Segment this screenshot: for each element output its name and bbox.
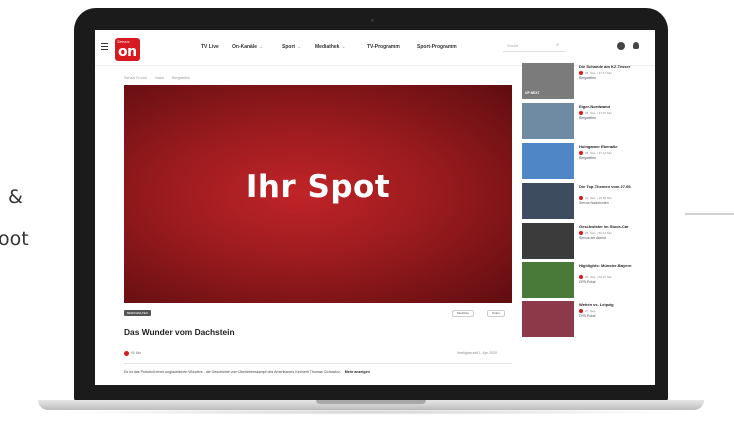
- laptop-notch: [316, 400, 426, 404]
- recommendation-title: Die Top-Themen vom 27.09.: [579, 184, 632, 189]
- recommendation-title: Wehen vs. Leipzig: [579, 302, 614, 307]
- recommendation-category: Servus am Abend: [579, 236, 606, 240]
- recommendation-category: Servus Nachrichten: [579, 201, 609, 205]
- video-thumbnail: [522, 143, 574, 179]
- video-thumbnail: UP NEXT: [522, 63, 574, 99]
- nav-item-tv-live[interactable]: TV Live: [201, 44, 219, 50]
- recommendation-category: Bergwelten: [579, 116, 596, 120]
- chevron-down-icon: ⌄: [297, 44, 302, 50]
- chevron-down-icon: ⌄: [259, 44, 264, 50]
- logo-main-text: on: [118, 44, 137, 60]
- share-button[interactable]: Teilen: [487, 310, 505, 317]
- side-text-pot: oot: [0, 228, 29, 250]
- channel-dot-icon: [579, 309, 583, 314]
- laptop-screen: Servus on TV Live On-Kanäle ⌄ Sport ⌄ Medi…: [95, 30, 655, 385]
- list-item[interactable]: Geschwister im Stock-Car 25. Sep. | 50:1…: [522, 223, 652, 259]
- recommendation-meta: 26. Sep. | 04:07 Min: [579, 275, 612, 280]
- search-icon[interactable]: ⌕: [556, 42, 559, 48]
- recommendation-title: Hoingamer Ebenalle: [579, 144, 618, 149]
- recommendation-title: Die Schande am KZ-Tesser: [579, 64, 631, 69]
- list-item[interactable]: Hoingamer Ebenalle 25. Sep. | 47:14 Min …: [522, 143, 652, 179]
- recommendation-title: Geschwister im Stock-Car: [579, 224, 629, 229]
- up-next-badge: UP NEXT: [525, 91, 540, 95]
- ad-spot-text: Ihr Spot: [245, 169, 391, 205]
- chevron-down-icon: ⌄: [341, 44, 346, 50]
- recommendation-meta: 25. Sep. | 47:07 Min: [579, 111, 612, 116]
- video-thumbnail: [522, 301, 574, 337]
- video-title: Das Wunder vom Dachstein: [124, 327, 235, 337]
- list-item[interactable]: Highlights: Münster-Bayern 26. Sep. | 04…: [522, 262, 652, 298]
- video-thumbnail: [522, 183, 574, 219]
- video-duration: 90 Min: [131, 351, 142, 355]
- recommendation-meta: 25. Sep. | 47:17 Min: [579, 71, 612, 76]
- availability-text: Verfügbar seit 1. Apr. 2020: [457, 351, 497, 355]
- recommendation-meta: 25. Sep. | 50:14 Min: [579, 231, 612, 236]
- duration-icon: [124, 351, 129, 356]
- channel-dot-icon: [579, 196, 583, 201]
- video-thumbnail: [522, 262, 574, 298]
- channel-dot-icon: [579, 275, 583, 280]
- video-player[interactable]: Ihr Spot: [124, 85, 512, 303]
- side-text-amp: &: [8, 186, 23, 208]
- watchlist-button[interactable]: Merkliste: [452, 310, 475, 317]
- logo[interactable]: Servus on: [115, 38, 140, 61]
- webcam-icon: [371, 19, 374, 22]
- stage: & oot Servus on TV Live On-Kanäle ⌄ Sport…: [0, 0, 734, 422]
- more-link[interactable]: Mehr anzeigen: [345, 370, 370, 374]
- recommendation-title: Highlights: Münster-Bayern: [579, 263, 632, 268]
- breadcrumb-item[interactable]: ServusTV.com: [124, 76, 147, 80]
- channel-dot-icon: [579, 231, 583, 236]
- recommendation-category: Bergwelten: [579, 156, 596, 160]
- breadcrumb-item[interactable]: Natur: [155, 76, 164, 80]
- channel-dot-icon: [579, 111, 583, 116]
- laptop-shadow: [60, 409, 680, 415]
- nav-item-sport[interactable]: Sport ⌄: [282, 44, 301, 50]
- search-input[interactable]: Suche ⌕: [503, 41, 565, 52]
- user-icon[interactable]: [633, 42, 639, 49]
- description-text: Es ist das Protokoll eines unglaublichen…: [124, 370, 341, 374]
- video-thumbnail: [522, 103, 574, 139]
- recommendation-category: DFB-Pokal: [579, 280, 596, 284]
- watchlist-label: Merkliste: [457, 311, 470, 315]
- globe-icon[interactable]: [617, 42, 625, 50]
- video-description: Es ist das Protokoll eines unglaublichen…: [124, 370, 514, 374]
- breadcrumb: ServusTV.com Natur Bergwelten: [124, 76, 190, 80]
- recommendation-meta: 27. Sep. | 10:56 Min: [579, 196, 612, 201]
- nav-item-mediathek[interactable]: Mediathek ⌄: [315, 44, 346, 50]
- nav-item-sport-programm[interactable]: Sport-Programm: [417, 44, 457, 50]
- channel-dot-icon: [579, 151, 583, 156]
- list-item[interactable]: Wehen vs. Leipzig 27. Sep. DFB-Pokal: [522, 301, 652, 337]
- breadcrumb-item[interactable]: Bergwelten: [172, 76, 190, 80]
- list-item[interactable]: Eiger-Nordwand 25. Sep. | 47:07 Min Berg…: [522, 103, 652, 139]
- nav-item-tv-programm[interactable]: TV-Programm: [367, 44, 400, 50]
- list-item[interactable]: UP NEXT Die Schande am KZ-Tesser 25. Sep…: [522, 63, 652, 99]
- recommendation-category: DFB-Pokal: [579, 314, 596, 318]
- nav-item-on-kanaele[interactable]: On-Kanäle ⌄: [232, 44, 263, 50]
- recommendation-meta: 25. Sep. | 47:14 Min: [579, 151, 612, 156]
- recommendation-category: Bergwelten: [579, 76, 596, 80]
- list-item[interactable]: Die Top-Themen vom 27.09. 27. Sep. | 10:…: [522, 183, 652, 219]
- recommendation-meta: 27. Sep.: [579, 309, 596, 314]
- category-tag[interactable]: BERGWELTEN: [124, 310, 151, 316]
- search-placeholder: Suche: [507, 43, 519, 48]
- share-label: Teilen: [492, 311, 500, 315]
- channel-dot-icon: [579, 71, 583, 76]
- menu-icon[interactable]: [101, 43, 108, 52]
- top-navigation: Servus on TV Live On-Kanäle ⌄ Sport ⌄ Medi…: [95, 30, 655, 66]
- divider: [124, 363, 512, 364]
- video-thumbnail: [522, 223, 574, 259]
- recommendation-title: Eiger-Nordwand: [579, 104, 610, 109]
- decorative-line: [685, 213, 734, 215]
